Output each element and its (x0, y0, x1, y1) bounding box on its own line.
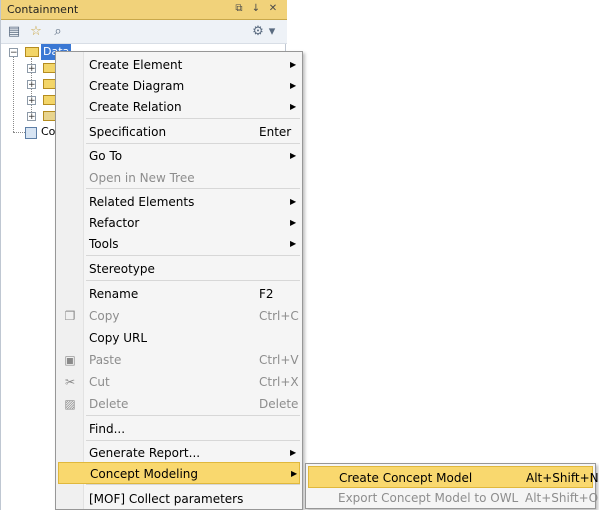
menu-separator (86, 415, 300, 416)
menu-item-label: Stereotype (89, 262, 155, 276)
tree-guide-line (13, 132, 25, 133)
menu-item-go-to[interactable]: Go To ▶ (58, 145, 300, 167)
menu-item-shortcut: Enter (259, 125, 292, 139)
menu-item-concept-modeling[interactable]: Concept Modeling ▶ (58, 462, 300, 484)
submenu-arrow-icon: ▶ (291, 469, 298, 478)
star-icon[interactable]: ☆ (27, 23, 45, 41)
menu-item-shortcut: Ctrl+C (259, 309, 299, 323)
expand-toggle[interactable]: + (27, 64, 36, 74)
submenu-item-label: Create Concept Model (339, 471, 473, 485)
menu-item-label: Find... (89, 422, 126, 436)
submenu-item-create-concept-model[interactable]: Create Concept Model Alt+Shift+N (308, 466, 599, 488)
menu-item-open-in-new-tree[interactable]: Open in New Tree (58, 167, 300, 189)
submenu-arrow-icon: ▶ (290, 239, 297, 248)
menu-item-create-relation[interactable]: Create Relation ▶ (58, 96, 300, 118)
search-icon[interactable]: ⌕ (49, 23, 67, 41)
menu-item-label: Create Element (89, 58, 183, 72)
menu-item-label: Create Diagram (89, 79, 185, 93)
menu-item-label: Cut (89, 375, 110, 389)
menu-item-tools[interactable]: Tools ▶ (58, 233, 300, 255)
close-icon[interactable]: ✕ (266, 2, 280, 16)
submenu-arrow-icon: ▶ (290, 197, 297, 206)
menu-item-create-element[interactable]: Create Element ▶ (58, 54, 300, 76)
menu-item-refactor[interactable]: Refactor ▶ (58, 212, 300, 234)
submenu-item-shortcut: Alt+Shift+N (526, 471, 599, 485)
menu-separator (86, 280, 300, 281)
menu-item-stereotype[interactable]: Stereotype (58, 258, 300, 280)
panel-title: Containment (7, 3, 79, 16)
menu-item-label: Tools (89, 237, 119, 251)
menu-item-cut[interactable]: ✂ Cut Ctrl+X (58, 371, 300, 393)
tree-child-label[interactable]: Co (41, 124, 55, 140)
submenu-arrow-icon: ▶ (290, 102, 297, 111)
menu-separator (86, 188, 300, 189)
tree-guide-line (13, 56, 14, 132)
menu-separator (86, 484, 300, 485)
folder-icon[interactable]: ▤ (5, 23, 23, 41)
menu-separator (86, 440, 300, 441)
paste-icon: ▣ (64, 353, 76, 367)
context-menu: Create Element ▶ Create Diagram ▶ Create Rel… (55, 51, 303, 510)
undock-icon[interactable]: ⧉ (232, 2, 246, 16)
submenu-arrow-icon: ▶ (290, 81, 297, 90)
menu-item-label: Create Relation (89, 100, 182, 114)
menu-item-label: Refactor (89, 216, 140, 230)
menu-item-rename[interactable]: Rename F2 (58, 283, 300, 305)
submenu-arrow-icon: ▶ (290, 448, 297, 457)
menu-item-label: [MOF] Collect parameters (89, 492, 244, 506)
menu-item-paste[interactable]: ▣ Paste Ctrl+V (58, 349, 300, 371)
delete-icon: ▨ (64, 397, 76, 411)
menu-separator (86, 118, 300, 119)
pin-icon[interactable]: ↓ (249, 2, 263, 16)
menu-item-label: Concept Modeling (90, 467, 199, 481)
menu-item-label: Copy (89, 309, 120, 323)
menu-item-delete[interactable]: ▨ Delete Delete (58, 393, 300, 415)
copy-icon: ❐ (64, 309, 76, 323)
menu-item-label: Specification (89, 125, 167, 139)
expand-toggle[interactable]: + (27, 96, 36, 106)
cut-icon: ✂ (64, 375, 76, 389)
menu-item-generate-report[interactable]: Generate Report... ▶ (58, 442, 300, 464)
menu-item-label: Related Elements (89, 195, 195, 209)
menu-item-find[interactable]: Find... (58, 418, 300, 440)
menu-item-create-diagram[interactable]: Create Diagram ▶ (58, 75, 300, 97)
submenu-item-export-concept-model-to-owl[interactable]: Export Concept Model to OWL Alt+Shift+O (308, 487, 598, 509)
submenu-arrow-icon: ▶ (290, 151, 297, 160)
menu-separator (86, 255, 300, 256)
expand-toggle[interactable]: + (27, 112, 36, 122)
concept-modeling-submenu: Create Concept Model Alt+Shift+N Export Co… (305, 463, 599, 509)
submenu-arrow-icon: ▶ (290, 60, 297, 69)
menu-item-label: Copy URL (89, 331, 148, 345)
submenu-item-label: Export Concept Model to OWL (338, 491, 519, 505)
menu-item-shortcut: Delete (259, 397, 299, 411)
model-icon (25, 127, 37, 139)
menu-item-label: Open in New Tree (89, 171, 195, 185)
menu-item-shortcut: F2 (259, 287, 274, 301)
submenu-arrow-icon: ▶ (290, 218, 297, 227)
menu-item-specification[interactable]: Specification Enter (58, 121, 300, 143)
gear-icon[interactable]: ⚙ (249, 23, 267, 41)
menu-item-copy[interactable]: ❐ Copy Ctrl+C (58, 305, 300, 327)
menu-item-label: Go To (89, 149, 123, 163)
panel-toolbar: ▤ ☆ ⌕ ⚙ ▾ (1, 20, 287, 44)
submenu-item-shortcut: Alt+Shift+O (525, 491, 599, 505)
menu-item-related-elements[interactable]: Related Elements ▶ (58, 191, 300, 213)
collapse-toggle[interactable]: − (9, 48, 18, 58)
menu-item-label: Generate Report... (89, 446, 201, 460)
chevron-down-icon[interactable]: ▾ (266, 23, 278, 41)
expand-toggle[interactable]: + (27, 80, 36, 90)
menu-item-label: Paste (89, 353, 122, 367)
menu-item-shortcut: Ctrl+X (259, 375, 299, 389)
menu-item-label: Delete (89, 397, 129, 411)
menu-separator (86, 143, 300, 144)
menu-item-mof-collect-parameters[interactable]: [MOF] Collect parameters (58, 488, 300, 510)
package-icon (25, 47, 39, 57)
menu-item-shortcut: Ctrl+V (259, 353, 299, 367)
panel-titlebar: Containment ⧉ ↓ ✕ (1, 0, 287, 20)
menu-item-copy-url[interactable]: Copy URL (58, 327, 300, 349)
menu-item-label: Rename (89, 287, 139, 301)
